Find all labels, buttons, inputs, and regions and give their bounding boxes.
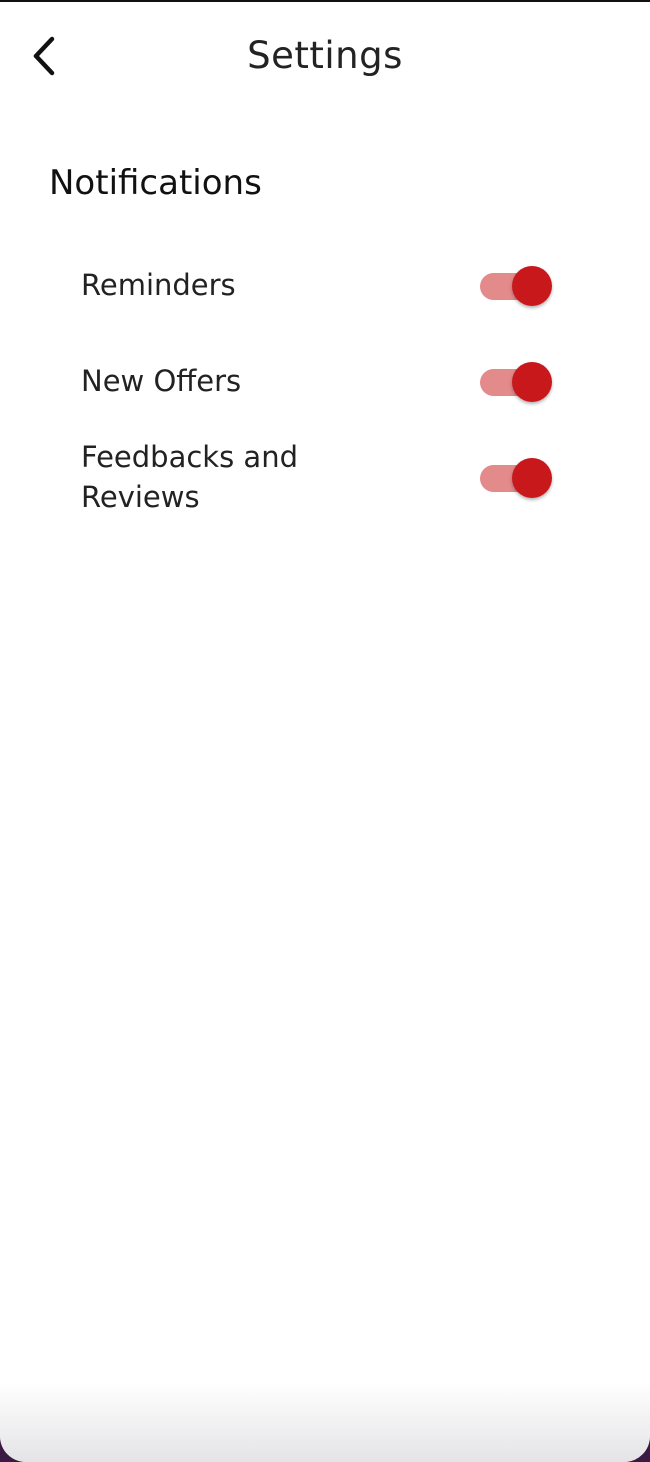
setting-label: Feedbacks and Reviews: [81, 440, 298, 514]
section-title-notifications: Notifications: [49, 163, 262, 203]
app-bar: Settings: [0, 2, 650, 112]
setting-row-feedbacks-and-reviews: Feedbacks and Reviews: [81, 436, 561, 520]
toggle-thumb: [512, 266, 552, 306]
reminders-toggle[interactable]: [480, 265, 552, 307]
feedbacks-and-reviews-toggle[interactable]: [480, 457, 552, 499]
new-offers-toggle[interactable]: [480, 361, 552, 403]
setting-row-reminders: Reminders: [81, 264, 561, 308]
toggle-thumb: [512, 458, 552, 498]
page-title: Settings: [247, 34, 403, 77]
setting-label: Reminders: [81, 268, 236, 302]
setting-row-new-offers: New Offers: [81, 360, 561, 404]
toggle-thumb: [512, 362, 552, 402]
settings-screen: Settings Notifications Reminders New Off…: [0, 0, 650, 1462]
setting-label: New Offers: [81, 364, 242, 398]
bottom-fade: [0, 1382, 650, 1462]
